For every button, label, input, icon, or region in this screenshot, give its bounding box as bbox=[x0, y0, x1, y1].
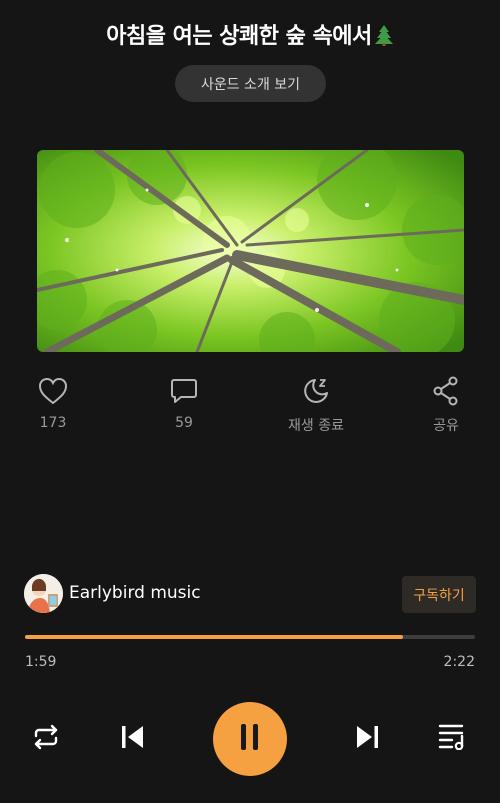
page-title: 아침을 여는 상쾌한 숲 속에서 bbox=[0, 18, 500, 52]
action-row: 173 59 재생 종료 공유 bbox=[0, 376, 500, 436]
current-time: 1:59 bbox=[25, 654, 57, 670]
comment-count: 59 bbox=[175, 415, 193, 431]
pause-icon bbox=[238, 723, 262, 755]
title-text: 아침을 여는 상쾌한 숲 속에서 bbox=[106, 24, 372, 49]
comment-button[interactable]: 59 bbox=[129, 376, 239, 431]
previous-track-button[interactable] bbox=[116, 724, 148, 754]
share-icon bbox=[432, 376, 460, 406]
sleep-timer-label: 재생 종료 bbox=[288, 418, 344, 434]
artist-row: Earlybird music 구독하기 bbox=[24, 574, 476, 614]
like-count: 173 bbox=[39, 415, 67, 431]
sleep-timer-button[interactable]: 재생 종료 bbox=[261, 376, 371, 435]
avatar[interactable] bbox=[24, 574, 63, 613]
total-time: 2:22 bbox=[443, 654, 475, 670]
cover-image bbox=[37, 150, 464, 352]
repeat-button[interactable] bbox=[30, 724, 62, 754]
progress-fill bbox=[25, 635, 403, 639]
sound-intro-button[interactable]: 사운드 소개 보기 bbox=[175, 65, 326, 102]
evergreen-tree-icon bbox=[374, 24, 394, 52]
sound-intro-label: 사운드 소개 보기 bbox=[200, 76, 301, 93]
playlist-icon bbox=[438, 722, 468, 754]
repeat-icon bbox=[31, 724, 61, 754]
progress-bar[interactable] bbox=[25, 635, 475, 639]
subscribe-label: 구독하기 bbox=[413, 587, 465, 604]
pause-button[interactable] bbox=[213, 702, 287, 776]
artist-name[interactable]: Earlybird music bbox=[69, 583, 201, 603]
subscribe-button[interactable]: 구독하기 bbox=[402, 576, 476, 613]
next-track-button[interactable] bbox=[352, 724, 384, 754]
previous-track-icon bbox=[119, 724, 145, 754]
share-button[interactable]: 공유 bbox=[391, 376, 500, 435]
share-label: 공유 bbox=[433, 418, 459, 434]
moon-zzz-icon bbox=[301, 376, 331, 406]
next-track-icon bbox=[355, 724, 381, 754]
like-button[interactable]: 173 bbox=[0, 376, 108, 431]
heart-icon bbox=[38, 376, 68, 406]
comment-icon bbox=[170, 376, 198, 406]
playlist-button[interactable] bbox=[436, 722, 470, 754]
